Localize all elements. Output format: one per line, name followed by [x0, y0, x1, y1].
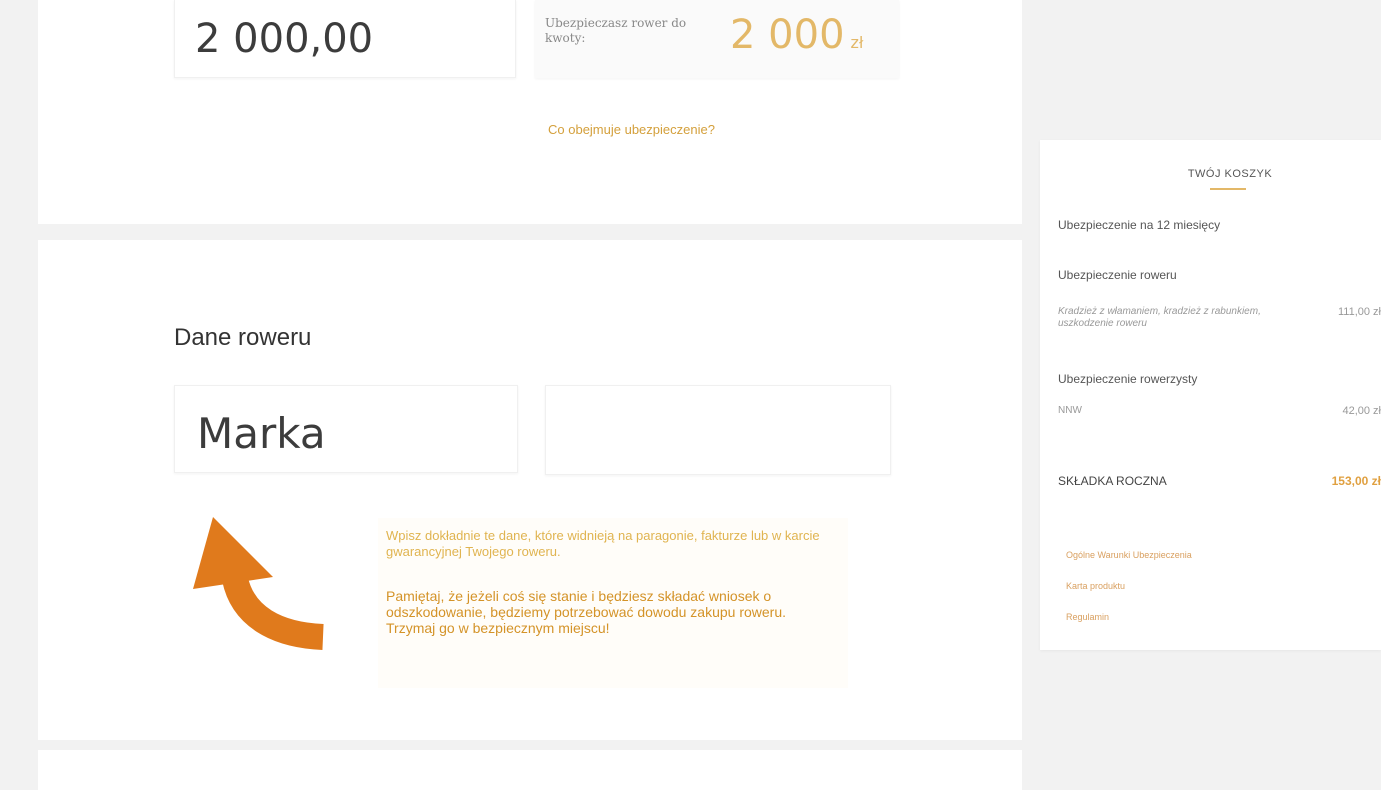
insured-amount-currency: zł — [850, 33, 864, 52]
tip-box: Wpisz dokładnie te dane, które widnieją … — [378, 518, 848, 688]
insured-amount-value: 2 000 zł — [730, 12, 863, 58]
cart-rider-section: Ubezpieczenie rowerzysty — [1058, 372, 1198, 386]
bike-data-heading: Dane roweru — [174, 324, 312, 351]
bike-value-input[interactable]: 2 000,00 — [174, 0, 516, 78]
cart-rider-item: NNW — [1058, 405, 1082, 416]
tip-text-proof: Pamiętaj, że jeżeli coś się stanie i będ… — [386, 588, 787, 636]
brand-input[interactable]: Marka — [174, 385, 518, 473]
cart-rider-price: 42,00 zł — [1342, 405, 1381, 417]
cart-title: TWÓJ KOSZYK — [1187, 168, 1273, 180]
cart-total-label: SKŁADKA ROCZNA — [1058, 474, 1167, 488]
next-section-card — [38, 750, 1022, 790]
cart-bike-section: Ubezpieczenie roweru — [1058, 268, 1177, 282]
cart-title-underline — [1210, 188, 1246, 190]
cart-panel: TWÓJ KOSZYK Ubezpieczenie na 12 miesięcy… — [1040, 140, 1381, 650]
cart-bike-price: 111,00 zł — [1337, 306, 1381, 318]
coverage-info-link[interactable]: Co obejmuje ubezpieczenie? — [548, 122, 715, 137]
document-link-owu[interactable]: Ogólne Warunki Ubezpieczenia — [1066, 550, 1192, 560]
tip-text-data: Wpisz dokładnie te dane, które widnieją … — [386, 528, 820, 559]
insured-amount-label: Ubezpieczasz rower do kwoty: — [545, 16, 687, 45]
cart-period: Ubezpieczenie na 12 miesięcy — [1058, 218, 1221, 232]
insured-amount-number: 2 000 — [730, 12, 845, 58]
insured-amount-summary: Ubezpieczasz rower do kwoty: 2 000 zł — [535, 0, 899, 78]
document-link-product-card[interactable]: Karta produktu — [1066, 581, 1125, 591]
curved-arrow-up-icon — [193, 517, 324, 650]
document-link-regulations[interactable]: Regulamin — [1066, 612, 1109, 622]
cart-total-value: 153,00 zł — [1331, 474, 1381, 488]
model-input[interactable] — [545, 385, 891, 475]
cart-bike-item: Kradzież z włamaniem, kradzież z rabunki… — [1058, 306, 1261, 329]
